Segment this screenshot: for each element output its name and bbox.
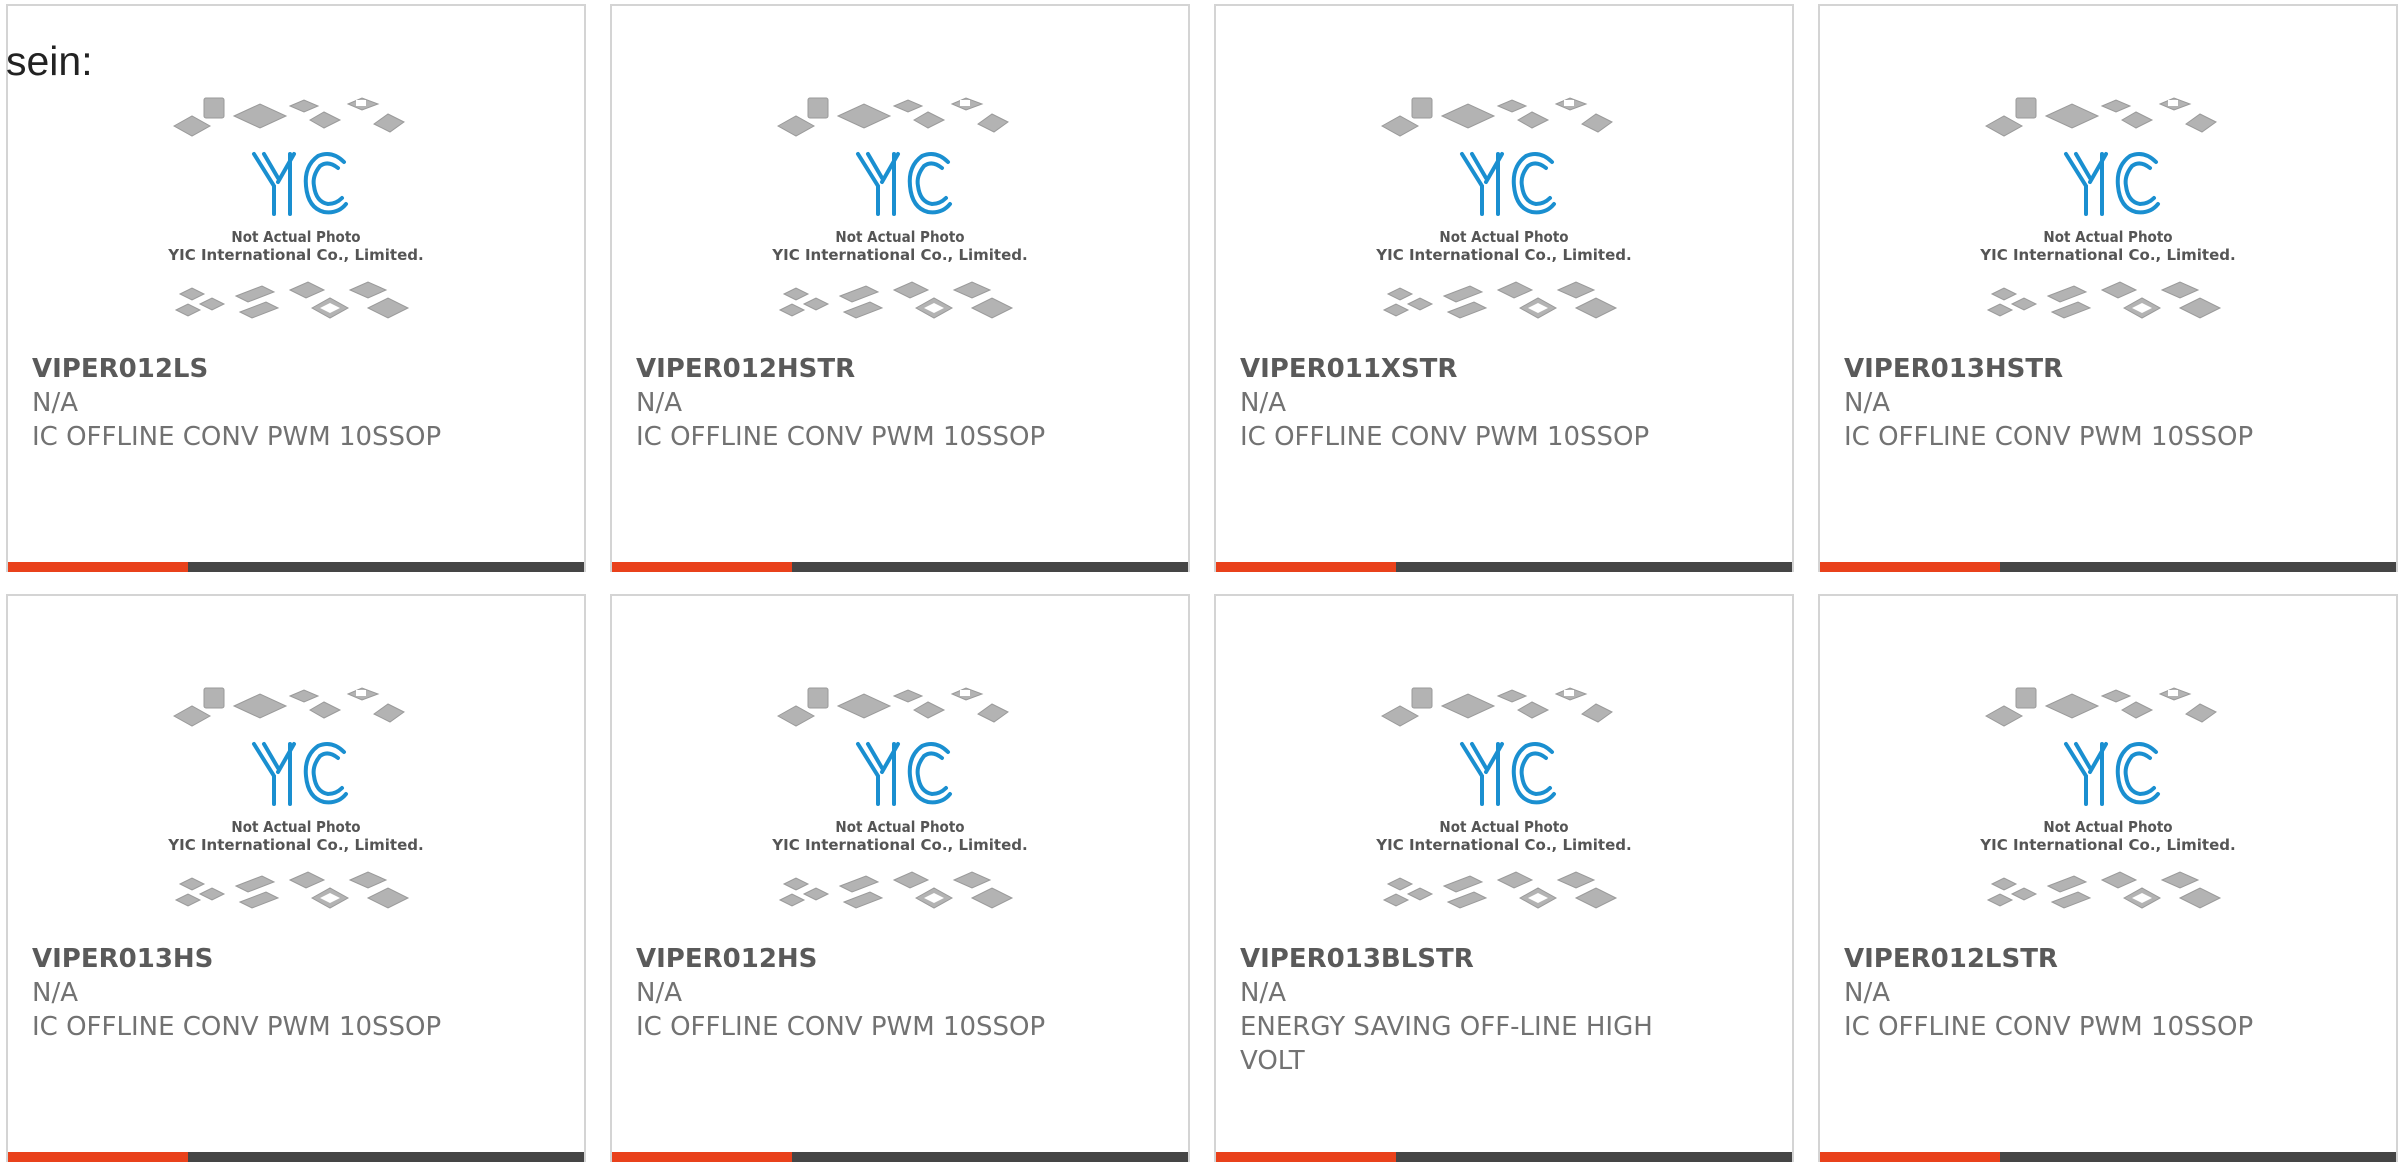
part-number[interactable]: VIPER012HS: [636, 942, 1156, 976]
product-card[interactable]: Not Actual Photo YIC International Co., …: [610, 594, 1190, 1162]
product-info: VIPER013HS N/A IC OFFLINE CONV PWM 10SSO…: [32, 942, 552, 1044]
card-accent-bar: [1216, 562, 1396, 572]
placeholder-image-icon: Not Actual Photo YIC International Co., …: [1375, 97, 1632, 319]
manufacturer: N/A: [636, 978, 682, 1008]
description: IC OFFLINE CONV PWM 10SSOP: [32, 422, 442, 452]
caption-line-2: YIC International Co., Limited.: [167, 246, 423, 264]
product-image[interactable]: Not Actual Photo YIC International Co., …: [766, 96, 1034, 342]
product-image[interactable]: Not Actual Photo YIC International Co., …: [766, 686, 1034, 932]
product-image[interactable]: Not Actual Photo YIC International Co., …: [162, 96, 430, 342]
caption-line-1: Not Actual Photo: [835, 228, 964, 246]
placeholder-image-icon: Not Actual Photo YIC International Co., …: [1979, 687, 2236, 909]
product-card[interactable]: Not Actual Photo YIC International Co., …: [1818, 4, 2398, 572]
placeholder-image-icon: Not Actual Photo YIC International Co., …: [771, 97, 1028, 319]
card-bottom-bar: [1216, 562, 1792, 572]
caption-line-1: Not Actual Photo: [2043, 818, 2172, 836]
manufacturer: N/A: [636, 388, 682, 418]
caption-line-2: YIC International Co., Limited.: [1375, 246, 1631, 264]
section-heading: sein:: [6, 38, 93, 84]
card-bottom-bar: [612, 562, 1188, 572]
placeholder-image-icon: Not Actual Photo YIC International Co., …: [167, 97, 424, 319]
part-number[interactable]: VIPER012HSTR: [636, 352, 1156, 386]
product-card[interactable]: Not Actual Photo YIC International Co., …: [6, 594, 586, 1162]
product-card[interactable]: Not Actual Photo YIC International Co., …: [1214, 4, 1794, 572]
caption-line-2: YIC International Co., Limited.: [1979, 836, 2235, 854]
card-accent-bar: [612, 562, 792, 572]
product-image[interactable]: Not Actual Photo YIC International Co., …: [1370, 96, 1638, 342]
manufacturer: N/A: [32, 978, 78, 1008]
product-info: VIPER012HS N/A IC OFFLINE CONV PWM 10SSO…: [636, 942, 1156, 1044]
placeholder-image-icon: Not Actual Photo YIC International Co., …: [771, 687, 1028, 909]
product-card[interactable]: Not Actual Photo YIC International Co., …: [1818, 594, 2398, 1162]
product-info: VIPER012HSTR N/A IC OFFLINE CONV PWM 10S…: [636, 352, 1156, 454]
card-accent-bar: [1820, 562, 2000, 572]
description: IC OFFLINE CONV PWM 10SSOP: [1844, 1012, 2254, 1042]
product-card[interactable]: Not Actual Photo YIC International Co., …: [1214, 594, 1794, 1162]
caption-line-2: YIC International Co., Limited.: [771, 246, 1027, 264]
caption-line-2: YIC International Co., Limited.: [1979, 246, 2235, 264]
manufacturer: N/A: [1844, 388, 1890, 418]
description: IC OFFLINE CONV PWM 10SSOP: [1240, 422, 1650, 452]
placeholder-image-icon: Not Actual Photo YIC International Co., …: [1979, 97, 2236, 319]
part-number[interactable]: VIPER011XSTR: [1240, 352, 1760, 386]
placeholder-image-icon: Not Actual Photo YIC International Co., …: [167, 687, 424, 909]
caption-line-2: YIC International Co., Limited.: [771, 836, 1027, 854]
manufacturer: N/A: [1844, 978, 1890, 1008]
part-number[interactable]: VIPER012LSTR: [1844, 942, 2364, 976]
part-number[interactable]: VIPER013HS: [32, 942, 552, 976]
description: IC OFFLINE CONV PWM 10SSOP: [1844, 422, 2254, 452]
product-image[interactable]: Not Actual Photo YIC International Co., …: [1974, 96, 2242, 342]
description: ENERGY SAVING OFF-LINE HIGH VOLT: [1240, 1012, 1653, 1076]
product-grid: Not Actual Photo YIC International Co., …: [6, 4, 2400, 1162]
product-image[interactable]: Not Actual Photo YIC International Co., …: [1370, 686, 1638, 932]
caption-line-1: Not Actual Photo: [835, 818, 964, 836]
caption-line-1: Not Actual Photo: [231, 818, 360, 836]
caption-line-1: Not Actual Photo: [2043, 228, 2172, 246]
product-info: VIPER011XSTR N/A IC OFFLINE CONV PWM 10S…: [1240, 352, 1760, 454]
caption-line-2: YIC International Co., Limited.: [1375, 836, 1631, 854]
caption-line-2: YIC International Co., Limited.: [167, 836, 423, 854]
product-info: VIPER013BLSTR N/A ENERGY SAVING OFF-LINE…: [1240, 942, 1760, 1078]
manufacturer: N/A: [1240, 388, 1286, 418]
product-image[interactable]: Not Actual Photo YIC International Co., …: [162, 686, 430, 932]
manufacturer: N/A: [1240, 978, 1286, 1008]
part-number[interactable]: VIPER013BLSTR: [1240, 942, 1760, 976]
product-info: VIPER012LS N/A IC OFFLINE CONV PWM 10SSO…: [32, 352, 552, 454]
manufacturer: N/A: [32, 388, 78, 418]
product-card[interactable]: Not Actual Photo YIC International Co., …: [610, 4, 1190, 572]
description: IC OFFLINE CONV PWM 10SSOP: [636, 1012, 1046, 1042]
description: IC OFFLINE CONV PWM 10SSOP: [32, 1012, 442, 1042]
product-info: VIPER013HSTR N/A IC OFFLINE CONV PWM 10S…: [1844, 352, 2364, 454]
caption-line-1: Not Actual Photo: [231, 228, 360, 246]
caption-line-1: Not Actual Photo: [1439, 228, 1568, 246]
product-image[interactable]: Not Actual Photo YIC International Co., …: [1974, 686, 2242, 932]
part-number[interactable]: VIPER012LS: [32, 352, 552, 386]
caption-line-1: Not Actual Photo: [1439, 818, 1568, 836]
card-bottom-bar: [8, 562, 584, 572]
part-number[interactable]: VIPER013HSTR: [1844, 352, 2364, 386]
product-info: VIPER012LSTR N/A IC OFFLINE CONV PWM 10S…: [1844, 942, 2364, 1044]
placeholder-image-icon: Not Actual Photo YIC International Co., …: [1375, 687, 1632, 909]
card-bottom-bar: [1820, 562, 2396, 572]
card-accent-bar: [8, 562, 188, 572]
description: IC OFFLINE CONV PWM 10SSOP: [636, 422, 1046, 452]
product-card[interactable]: Not Actual Photo YIC International Co., …: [6, 4, 586, 572]
